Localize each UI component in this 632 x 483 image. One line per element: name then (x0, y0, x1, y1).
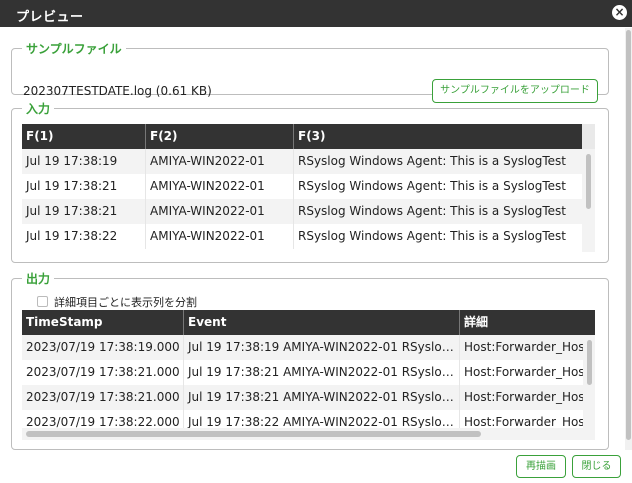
redraw-button[interactable]: 再描画 (516, 455, 566, 478)
input-col-f1[interactable]: F(1) (22, 124, 146, 149)
input-cell: AMIYA-WIN2022-01 (146, 149, 294, 174)
output-legend: 出力 (26, 272, 51, 286)
input-cell: RSyslog Windows Agent: This is a SyslogT… (298, 204, 566, 218)
output-cell: Host:Forwarder_Host (464, 340, 583, 354)
split-columns-checkbox[interactable]: 詳細項目ごとに表示列を分割 (37, 294, 197, 310)
dialog-titlebar: プレビュー × (0, 0, 632, 27)
close-icon[interactable]: × (612, 5, 627, 20)
input-grid-scrollbar-thumb[interactable] (586, 154, 591, 209)
checkbox-icon[interactable] (37, 296, 48, 307)
input-cell: Jul 19 17:38:21 (22, 174, 146, 199)
input-cell: RSyslog Windows Agent: This is a SyslogT… (298, 179, 566, 193)
input-cell: AMIYA-WIN2022-01 (146, 199, 294, 224)
output-row[interactable]: 2023/07/19 17:38:21.000 Jul 19 17:38:21 … (22, 385, 583, 410)
output-cell: 2023/07/19 17:38:21.000 (22, 385, 184, 410)
dialog-scrollbar-thumb[interactable] (626, 30, 631, 440)
sample-file-section: サンプルファイル 202307TESTDATE.log (0.61 KB) サン… (11, 40, 609, 103)
output-cell: Jul 19 17:38:19 AMIYA-WIN2022-01 RSyslo… (184, 335, 460, 360)
input-grid: F(1) F(2) F(3) Jul 19 17:38:19 AMIYA-WIN… (22, 124, 595, 252)
input-cell: RSyslog Windows Agent: This is a SyslogT… (298, 229, 566, 243)
output-cell: 2023/07/19 17:38:21.000 (22, 360, 184, 385)
input-cell: Jul 19 17:38:21 (22, 199, 146, 224)
output-grid: TimeStamp Event 詳細 2023/07/19 17:38:19.0… (22, 310, 595, 440)
input-grid-header: F(1) F(2) F(3) (22, 124, 582, 149)
output-col-detail[interactable]: 詳細 (460, 310, 595, 335)
close-button[interactable]: 閉じる (572, 455, 621, 478)
output-grid-hscrollbar[interactable] (22, 428, 595, 440)
output-row[interactable]: 2023/07/19 17:38:21.000 Jul 19 17:38:21 … (22, 360, 583, 385)
sample-file-legend: サンプルファイル (26, 42, 122, 56)
output-grid-vscrollbar[interactable] (583, 335, 595, 428)
input-cell: AMIYA-WIN2022-01 (146, 174, 294, 199)
output-cell: 2023/07/19 17:38:19.000 (22, 335, 184, 360)
output-grid-hscrollbar-thumb[interactable] (26, 431, 481, 437)
output-cell: Host:Forwarder_Host (464, 390, 583, 404)
input-cell: Jul 19 17:38:19 (22, 149, 146, 174)
sample-filename: 202307TESTDATE.log (0.61 KB) (23, 84, 212, 98)
input-col-f2[interactable]: F(2) (146, 124, 294, 149)
input-row[interactable]: Jul 19 17:38:21 AMIYA-WIN2022-01 RSyslog… (22, 174, 582, 199)
input-row[interactable]: Jul 19 17:38:21 AMIYA-WIN2022-01 RSyslog… (22, 199, 582, 224)
output-cell: Host:Forwarder_Host (464, 365, 583, 379)
output-row[interactable]: 2023/07/19 17:38:19.000 Jul 19 17:38:19 … (22, 335, 583, 360)
input-cell: RSyslog Windows Agent: This is a SyslogT… (298, 154, 566, 168)
input-legend: 入力 (26, 102, 51, 116)
output-grid-header: TimeStamp Event 詳細 (22, 310, 595, 335)
output-cell: Jul 19 17:38:21 AMIYA-WIN2022-01 RSyslo… (184, 360, 460, 385)
input-grid-scrollbar-corner (582, 124, 595, 149)
output-grid-vscrollbar-thumb[interactable] (587, 340, 592, 385)
input-row[interactable]: Jul 19 17:38:19 AMIYA-WIN2022-01 RSyslog… (22, 149, 582, 174)
output-col-timestamp[interactable]: TimeStamp (22, 310, 184, 335)
dialog-scrollbar[interactable] (625, 28, 632, 450)
output-col-event[interactable]: Event (184, 310, 460, 335)
output-cell: Jul 19 17:38:21 AMIYA-WIN2022-01 RSyslo… (184, 385, 460, 410)
dialog-title: プレビュー (16, 10, 84, 25)
input-row[interactable]: Jul 19 17:38:22 AMIYA-WIN2022-01 RSyslog… (22, 224, 582, 249)
input-cell: AMIYA-WIN2022-01 (146, 224, 294, 249)
split-columns-label: 詳細項目ごとに表示列を分割 (54, 296, 197, 309)
input-col-f3[interactable]: F(3) (294, 124, 582, 149)
input-grid-scrollbar[interactable] (582, 124, 595, 252)
input-cell: Jul 19 17:38:22 (22, 224, 146, 249)
